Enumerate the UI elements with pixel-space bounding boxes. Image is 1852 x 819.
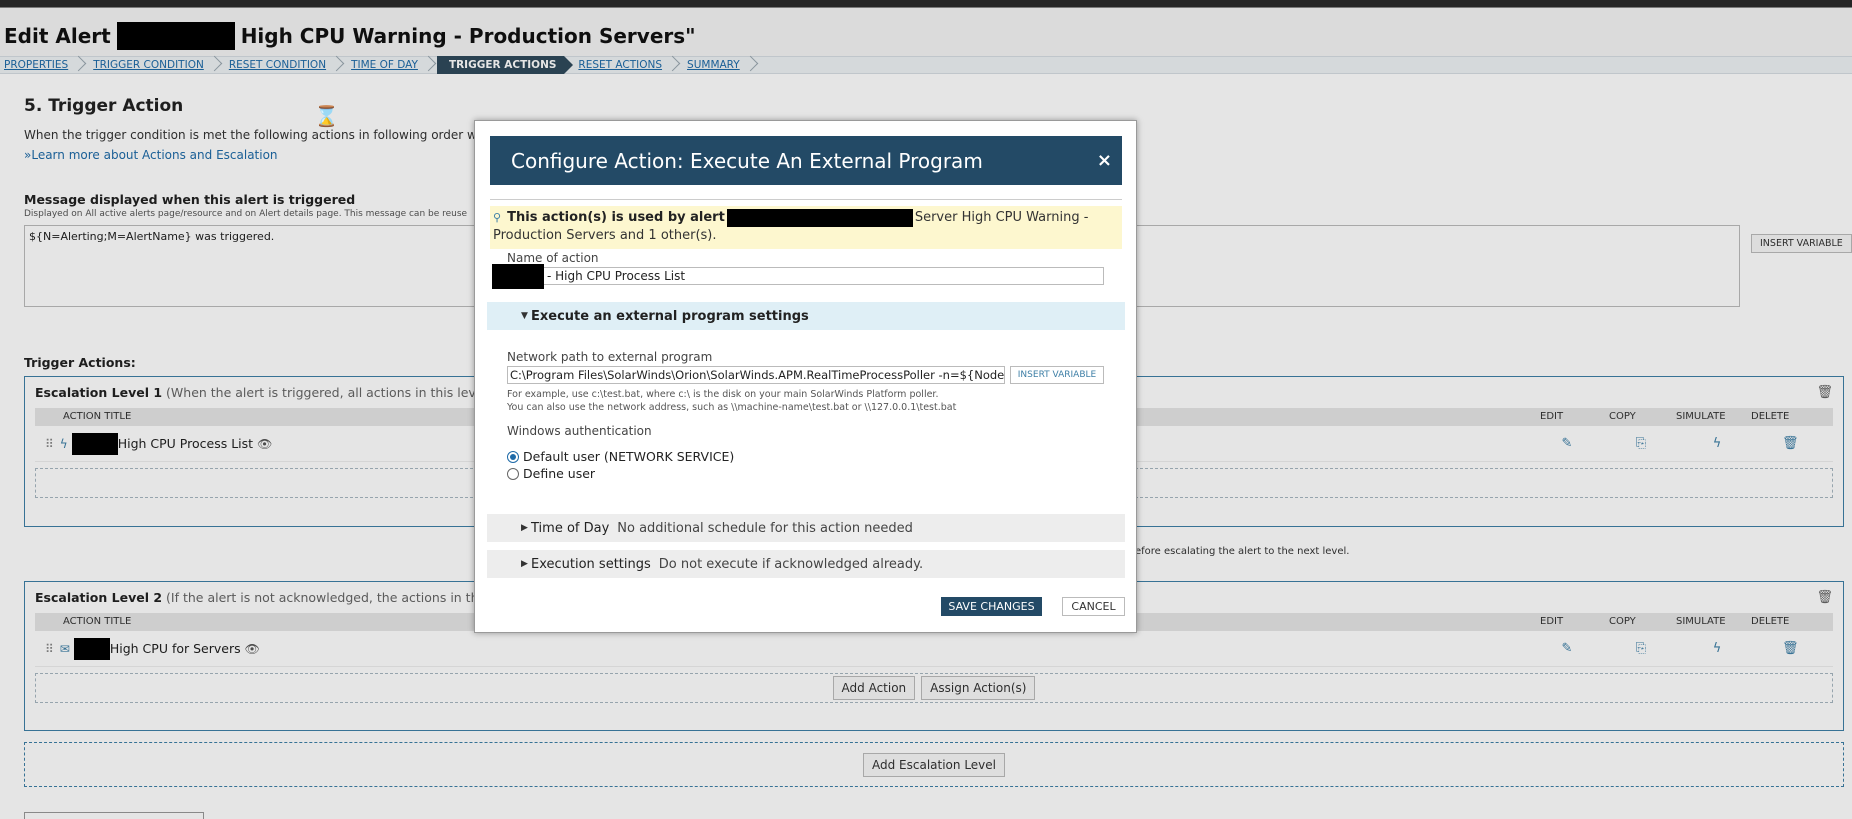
redacted-block [492, 264, 544, 289]
info-text-line2: Production Servers and 1 other(s). [493, 228, 717, 243]
section-summary: Do not execute if acknowledged already. [658, 556, 924, 572]
pin-icon: ⚲ [493, 211, 502, 224]
insert-variable-button[interactable]: INSERT VARIABLE [1010, 366, 1104, 384]
usage-info-box: ⚲ This action(s) is used by alert Server … [490, 206, 1122, 249]
save-changes-button[interactable]: SAVE CHANGES [941, 597, 1042, 616]
configure-action-dialog: Configure Action: Execute An External Pr… [474, 120, 1137, 633]
execution-settings-header[interactable]: ▶ Execution settings Do not execute if a… [487, 550, 1125, 578]
close-icon[interactable]: × [1097, 150, 1112, 171]
name-label: Name of action [507, 251, 599, 265]
hourglass-cursor-icon: ⌛ [314, 104, 339, 128]
section-title: Execution settings [531, 556, 651, 572]
info-text-line1: Server High CPU Warning - [914, 210, 1089, 225]
info-bold-text: This action(s) is used by alert [507, 210, 725, 225]
action-name-input[interactable]: - High CPU Process List [492, 267, 1104, 285]
section-title: Execute an external program settings [531, 308, 809, 324]
triangle-right-icon: ▶ [521, 559, 528, 569]
redacted-block [726, 209, 913, 227]
cancel-button[interactable]: CANCEL [1062, 597, 1125, 616]
auth-label: Windows authentication [507, 424, 652, 438]
triangle-right-icon: ▶ [521, 523, 528, 533]
section-title: Time of Day [531, 520, 610, 536]
network-path-input[interactable]: C:\Program Files\SolarWinds\Orion\SolarW… [507, 366, 1005, 384]
section-summary: No additional schedule for this action n… [617, 520, 913, 536]
radio-selected[interactable] [507, 450, 519, 463]
divider [490, 199, 1122, 200]
radio-label: Define user [523, 466, 596, 481]
dialog-title: Configure Action: Execute An External Pr… [511, 148, 983, 173]
radio-default-user[interactable]: Default user (NETWORK SERVICE) [507, 449, 734, 464]
path-label: Network path to external program [507, 350, 713, 364]
time-of-day-header[interactable]: ▶ Time of Day No additional schedule for… [487, 514, 1125, 542]
path-hint-2: You can also use the network address, su… [507, 402, 957, 413]
radio-unselected[interactable] [507, 467, 519, 480]
triangle-down-icon: ▼ [521, 311, 528, 321]
radio-label: Default user (NETWORK SERVICE) [523, 449, 735, 464]
path-hint-1: For example, use c:\test.bat, where c:\ … [507, 389, 939, 400]
external-program-settings-header[interactable]: ▼ Execute an external program settings [487, 302, 1125, 330]
radio-define-user[interactable]: Define user [507, 466, 595, 481]
dialog-header: Configure Action: Execute An External Pr… [490, 136, 1122, 185]
